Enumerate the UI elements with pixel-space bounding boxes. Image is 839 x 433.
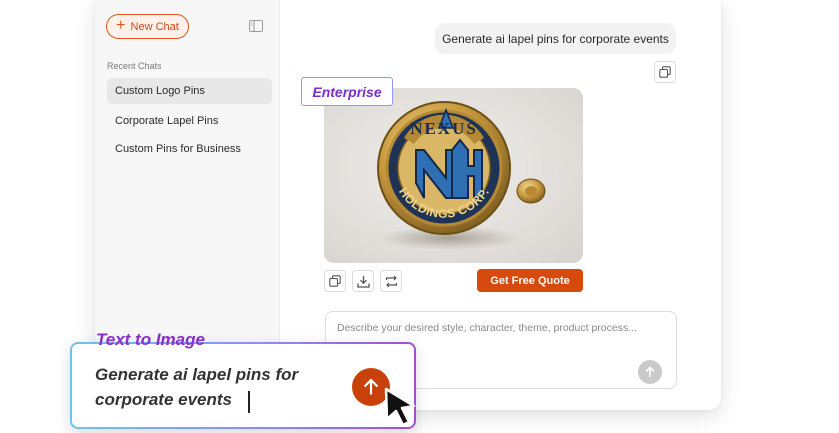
download-icon [356, 275, 370, 288]
text-caret [248, 391, 250, 413]
copy-message-button[interactable] [654, 61, 676, 83]
plus-icon: + [116, 17, 126, 34]
copy-icon [659, 66, 671, 78]
send-button[interactable] [638, 360, 662, 384]
recent-chats-label: Recent Chats [107, 61, 162, 71]
arrow-up-icon [363, 378, 379, 395]
get-free-quote-button[interactable]: Get Free Quote [477, 269, 583, 292]
mouse-pointer-icon [384, 387, 416, 427]
sidebar-item-custom-pins-for-business[interactable]: Custom Pins for Business [107, 136, 272, 162]
copy-icon [329, 275, 341, 287]
text-to-image-label: Text to Image [96, 330, 205, 349]
enterprise-badge: Enterprise [301, 77, 393, 106]
arrow-up-icon [645, 366, 655, 377]
prompt-input-placeholder: Describe your desired style, character, … [337, 322, 637, 334]
copy-image-button[interactable] [324, 270, 346, 292]
new-chat-label: New Chat [130, 20, 179, 33]
regenerate-image-button[interactable] [380, 270, 402, 292]
user-message-bubble: Generate ai lapel pins for corporate eve… [435, 23, 676, 54]
text-to-image-prompt-card: Generate ai lapel pins for corporate eve… [70, 342, 416, 429]
prompt-text: Generate ai lapel pins for corporate eve… [95, 365, 299, 409]
repeat-icon [385, 275, 397, 287]
lapel-pin-illustration: NEXUS HOLDINGS CORP. [377, 101, 546, 250]
generated-pin-image[interactable]: NEXUS HOLDINGS CORP. [324, 88, 583, 263]
pin-top-text: NEXUS [410, 119, 478, 138]
download-image-button[interactable] [352, 270, 374, 292]
sidebar-item-corporate-lapel-pins[interactable]: Corporate Lapel Pins [107, 108, 272, 134]
stage: + New Chat Recent Chats Custom Logo Pins… [0, 0, 839, 433]
new-chat-button[interactable]: + New Chat [106, 14, 189, 39]
sidebar-item-custom-logo-pins[interactable]: Custom Logo Pins [107, 78, 272, 104]
sidebar-toggle-icon[interactable] [249, 20, 263, 32]
